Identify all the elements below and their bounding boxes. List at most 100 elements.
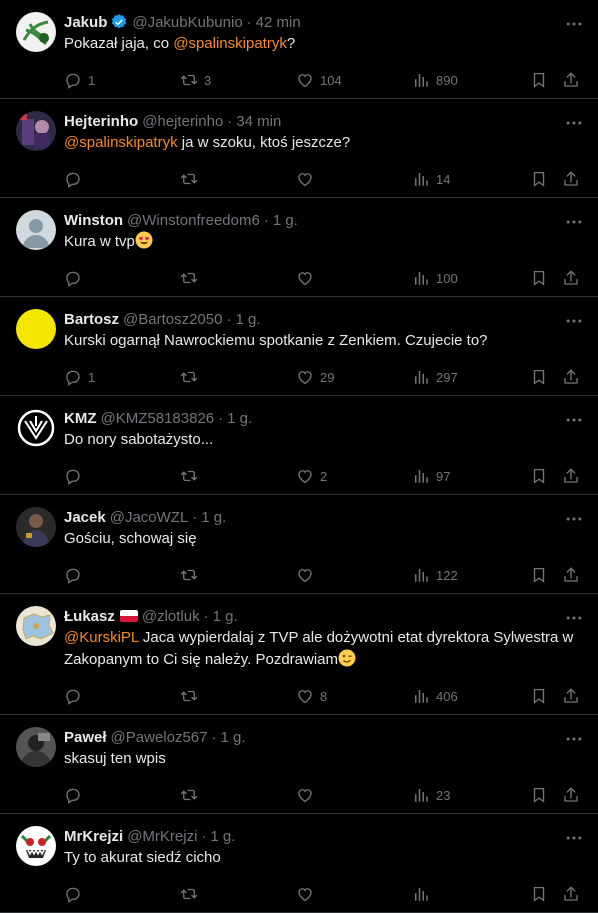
like-button[interactable] — [296, 786, 412, 804]
timestamp[interactable]: 34 min — [236, 113, 281, 130]
bookmark-button[interactable] — [530, 566, 562, 584]
author-name[interactable]: Łukasz — [64, 608, 115, 625]
timestamp[interactable]: 42 min — [256, 14, 301, 31]
author-handle[interactable]: @hejterinho — [142, 113, 223, 130]
retweet-button[interactable] — [180, 786, 296, 804]
bookmark-button[interactable] — [530, 269, 562, 287]
more-options-icon[interactable] — [564, 113, 584, 133]
bookmark-button[interactable] — [530, 885, 562, 903]
views-button[interactable]: 890 — [412, 71, 530, 89]
reply-button[interactable]: 1 — [64, 71, 180, 89]
author-handle[interactable]: @JacoWZL — [110, 509, 189, 526]
tweet-reply[interactable]: Bartosz @Bartosz2050 · 1 g. Kurski ogarnął … — [0, 297, 598, 396]
tweet-reply[interactable]: Jacek @JacoWZL · 1 g. Gościu, schowaj się 1… — [0, 495, 598, 594]
author-handle[interactable]: @JakubKubunio — [132, 14, 242, 31]
reply-button[interactable] — [64, 786, 180, 804]
retweet-button[interactable] — [180, 566, 296, 584]
avatar[interactable] — [16, 727, 56, 767]
author-name[interactable]: Bartosz — [64, 311, 119, 328]
timestamp[interactable]: 1 g. — [210, 828, 235, 845]
share-button[interactable] — [562, 170, 582, 188]
retweet-button[interactable] — [180, 269, 296, 287]
timestamp[interactable]: 1 g. — [201, 509, 226, 526]
more-options-icon[interactable] — [564, 212, 584, 232]
tweet-reply[interactable]: MrKrejzi @MrKrejzi · 1 g. Ty to akurat sied… — [0, 814, 598, 913]
like-button[interactable]: 29 — [296, 368, 412, 386]
views-button[interactable]: 14 — [412, 170, 530, 188]
retweet-button[interactable]: 3 — [180, 71, 296, 89]
timestamp[interactable]: 1 g. — [227, 410, 252, 427]
views-button[interactable]: 406 — [412, 687, 530, 705]
timestamp[interactable]: 1 g. — [235, 311, 260, 328]
like-button[interactable]: 104 — [296, 71, 412, 89]
timestamp[interactable]: 1 g. — [220, 729, 245, 746]
avatar[interactable] — [16, 606, 56, 646]
bookmark-button[interactable] — [530, 71, 562, 89]
like-button[interactable] — [296, 566, 412, 584]
author-name[interactable]: Jakub — [64, 14, 107, 31]
bookmark-button[interactable] — [530, 467, 562, 485]
tweet-reply[interactable]: Winston @Winstonfreedom6 · 1 g. Kura w tvp … — [0, 198, 598, 297]
more-options-icon[interactable] — [564, 729, 584, 749]
more-options-icon[interactable] — [564, 828, 584, 848]
share-button[interactable] — [562, 885, 582, 903]
share-button[interactable] — [562, 566, 582, 584]
mention-link[interactable]: @spalinskipatryk — [64, 134, 178, 151]
reply-button[interactable]: 1 — [64, 368, 180, 386]
mention-link[interactable]: @KurskiPL — [64, 629, 139, 646]
retweet-button[interactable] — [180, 368, 296, 386]
author-handle[interactable]: @Bartosz2050 — [123, 311, 222, 328]
author-name[interactable]: Winston — [64, 212, 123, 229]
retweet-button[interactable] — [180, 687, 296, 705]
more-options-icon[interactable] — [564, 14, 584, 34]
reply-button[interactable] — [64, 566, 180, 584]
retweet-button[interactable] — [180, 885, 296, 903]
like-button[interactable]: 2 — [296, 467, 412, 485]
avatar[interactable] — [16, 826, 56, 866]
views-button[interactable]: 97 — [412, 467, 530, 485]
bookmark-button[interactable] — [530, 368, 562, 386]
reply-button[interactable] — [64, 687, 180, 705]
views-button[interactable]: 100 — [412, 269, 530, 287]
tweet-reply[interactable]: Paweł @Paweloz567 · 1 g. skasuj ten wpis 23 — [0, 715, 598, 814]
tweet-reply[interactable]: KMZ @KMZ58183826 · 1 g. Do nory sabotażysto… — [0, 396, 598, 495]
like-button[interactable]: 8 — [296, 687, 412, 705]
reply-button[interactable] — [64, 269, 180, 287]
views-button[interactable]: 23 — [412, 786, 530, 804]
share-button[interactable] — [562, 71, 582, 89]
avatar[interactable] — [16, 210, 56, 250]
tweet-reply[interactable]: Jakub @JakubKubunio · 42 min Pokazał jaja, … — [0, 0, 598, 99]
views-button[interactable] — [412, 885, 530, 903]
timestamp[interactable]: 1 g. — [213, 608, 238, 625]
author-handle[interactable]: @zlotluk — [142, 608, 200, 625]
reply-button[interactable] — [64, 467, 180, 485]
more-options-icon[interactable] — [564, 311, 584, 331]
views-button[interactable]: 297 — [412, 368, 530, 386]
author-handle[interactable]: @Winstonfreedom6 — [127, 212, 260, 229]
author-handle[interactable]: @KMZ58183826 — [101, 410, 215, 427]
author-name[interactable]: MrKrejzi — [64, 828, 123, 845]
avatar[interactable] — [16, 12, 56, 52]
author-name[interactable]: Hejterinho — [64, 113, 138, 130]
tweet-reply[interactable]: Łukasz @zlotluk · 1 g. @KurskiPL Jaca wypie… — [0, 594, 598, 715]
author-handle[interactable]: @MrKrejzi — [127, 828, 197, 845]
author-name[interactable]: KMZ — [64, 410, 97, 427]
like-button[interactable] — [296, 885, 412, 903]
more-options-icon[interactable] — [564, 410, 584, 430]
mention-link[interactable]: @spalinskipatryk — [173, 35, 287, 52]
share-button[interactable] — [562, 786, 582, 804]
share-button[interactable] — [562, 687, 582, 705]
timestamp[interactable]: 1 g. — [273, 212, 298, 229]
avatar[interactable] — [16, 507, 56, 547]
more-options-icon[interactable] — [564, 509, 584, 529]
share-button[interactable] — [562, 368, 582, 386]
more-options-icon[interactable] — [564, 608, 584, 628]
author-name[interactable]: Paweł — [64, 729, 107, 746]
avatar[interactable] — [16, 309, 56, 349]
tweet-reply[interactable]: Hejterinho @hejterinho · 34 min @spalinskip… — [0, 99, 598, 198]
share-button[interactable] — [562, 269, 582, 287]
like-button[interactable] — [296, 269, 412, 287]
like-button[interactable] — [296, 170, 412, 188]
reply-button[interactable] — [64, 885, 180, 903]
bookmark-button[interactable] — [530, 687, 562, 705]
